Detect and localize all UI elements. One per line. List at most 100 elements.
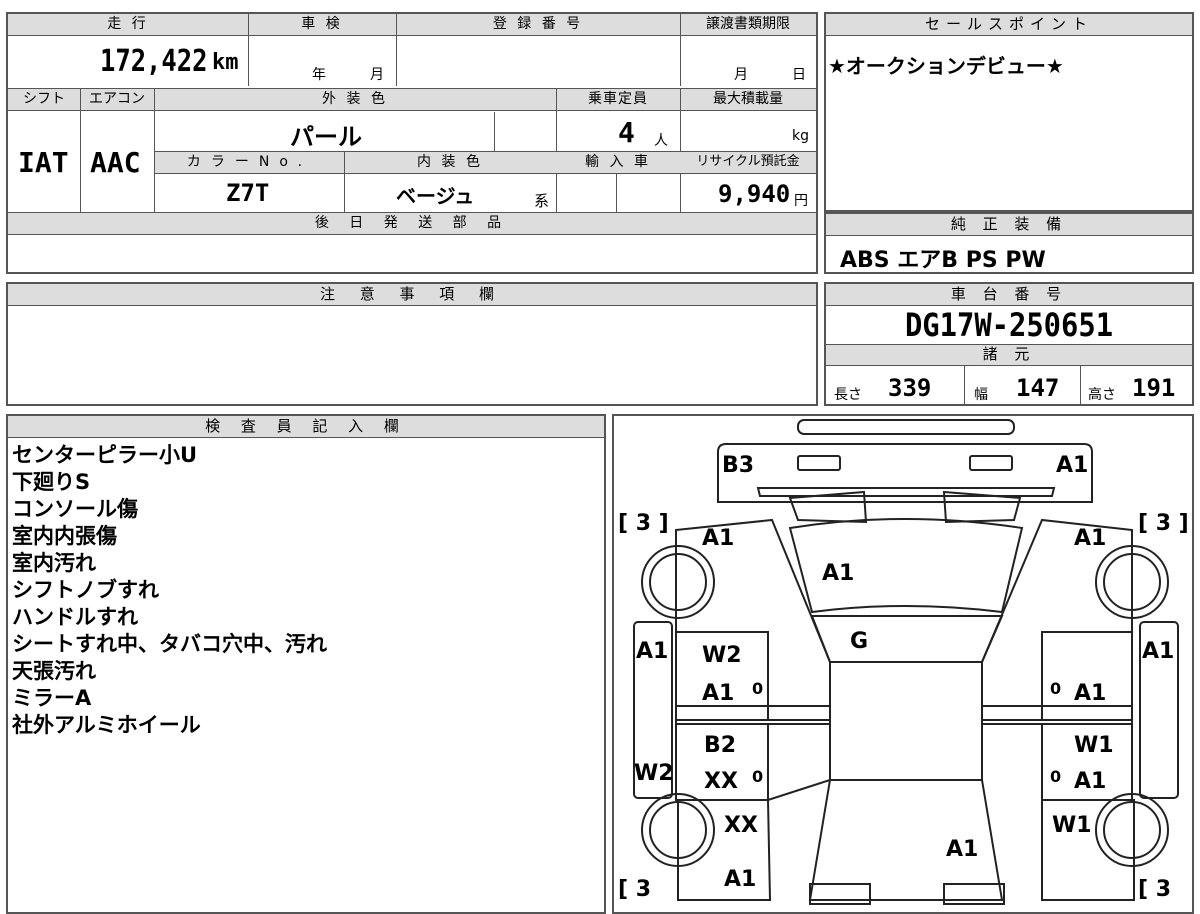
later-parts-label: 後 日 発 送 部 品 [314, 215, 510, 231]
inspector-line: シフトノブすれ [12, 578, 159, 602]
exterior-color-value: パール [290, 123, 362, 151]
rear-lamp-left [797, 455, 841, 471]
tire-rear-left [641, 545, 715, 619]
inspector-line: センターピラー小U [12, 443, 198, 467]
registration-label: 登 録 番 号 [492, 16, 584, 32]
inspector-notes: センターピラー小U 下廻りS コンソール傷 室内内張傷 室内汚れ シフトノブすれ… [12, 442, 327, 739]
car-diagram: B3 A1 [ 3 ] [ 3 ] A1 A1 A1 G A1 A1 W2 A1… [618, 419, 1189, 905]
mark-back-window: A1 [822, 561, 854, 586]
inspector-line: 室内内張傷 [12, 524, 117, 548]
mark-rear-right: A1 [1056, 453, 1088, 478]
capacity-value: 4 [618, 116, 635, 149]
glass-mark-right-1: 0 [1050, 679, 1061, 698]
glass-mark-left-1: 0 [752, 679, 763, 698]
condition-diagram-box: B3 A1 [ 3 ] [ 3 ] A1 A1 A1 G A1 A1 W2 A1… [612, 414, 1194, 914]
inspector-line: 室内汚れ [12, 551, 96, 575]
shift-label: シフト [23, 91, 65, 107]
inspector-line: コンソール傷 [12, 497, 138, 521]
aircon-label: エアコン [89, 91, 145, 107]
mark-front-pillar-left: W2 [634, 761, 674, 786]
inspector-line: 社外アルミホイール [12, 713, 201, 737]
tire-rear-left-inner [649, 553, 707, 611]
exterior-color-label: 外 装 色 [322, 91, 388, 107]
mark-hood: A1 [946, 837, 978, 862]
inspector-line: 天張汚れ [12, 659, 96, 683]
chassis-number: DG17W-250651 [904, 306, 1114, 344]
mark-fender-left: XX [724, 813, 758, 838]
inspector-box: 検 査 員 記 入 欄 センターピラー小U 下廻りS コンソール傷 室内内張傷 … [6, 414, 606, 914]
inspector-line: ハンドルすれ [12, 605, 138, 629]
specs-label: 諸 元 [982, 345, 1036, 363]
capacity-label: 乗車定員 [588, 91, 648, 107]
mark-front-door-left-bottom: XX [704, 769, 738, 794]
tire-front-right-inner [1103, 801, 1161, 859]
notes-label: 注 意 事 項 欄 [8, 284, 816, 306]
aircon-value: AAC [90, 146, 141, 179]
sales-point-label: セールスポイント [826, 14, 1192, 36]
mark-rear-door-left-top: W2 [702, 643, 742, 668]
interior-color-value: ベージュ [396, 184, 475, 208]
interior-color-suffix: 系 [534, 192, 550, 210]
max-load-label: 最大積載量 [713, 91, 783, 107]
equipment-text: ABS エアB PS PW [840, 248, 1046, 273]
chassis-box: 車 台 番 号 DG17W-250651 諸 元 長さ 339 幅 147 高さ… [824, 282, 1194, 406]
rear-lamp-right [969, 455, 1013, 471]
glass-mark-right-2: 0 [1050, 767, 1061, 786]
mileage-unit: km [212, 50, 239, 75]
color-no-label: カラーNo. [186, 154, 313, 170]
mark-tire-rl: [ 3 ] [618, 511, 669, 536]
recycle-unit: 円 [794, 193, 808, 209]
width-label: 幅 [974, 387, 988, 403]
spoiler-shape [797, 419, 1015, 435]
shift-value: IAT [18, 146, 69, 179]
recycle-value: 9,940 [718, 180, 791, 208]
height-value: 191 [1132, 374, 1176, 402]
transfer-month: 月 [734, 67, 748, 83]
sales-point-text: ★オークションデビュー★ [828, 54, 1064, 78]
equipment-label: 純 正 装 備 [826, 214, 1192, 236]
mileage-label: 走 行 [107, 16, 149, 32]
inspection-year: 年 [312, 67, 326, 83]
transfer-day: 日 [792, 67, 806, 83]
inspection-month: 月 [370, 67, 384, 83]
transfer-deadline-label: 譲渡書類期限 [706, 16, 790, 32]
inspector-line: ミラーA [12, 686, 92, 710]
mark-tire-fl: [ 3 [618, 877, 651, 902]
inspector-line: シートすれ中、タバコ穴中、汚れ [12, 632, 327, 656]
notes-box: 注 意 事 項 欄 [6, 282, 818, 406]
max-load-unit: kg [792, 128, 809, 144]
capacity-unit: 人 [654, 133, 668, 149]
mark-rear-pillar-left: A1 [636, 639, 668, 664]
mark-rear-left: B3 [722, 453, 754, 478]
mark-front-left: A1 [724, 867, 756, 892]
mark-roof: G [850, 629, 868, 654]
mark-quarter-right: A1 [1074, 526, 1106, 551]
inspector-label: 検 査 員 記 入 欄 [8, 416, 604, 438]
mark-rear-pillar-right: A1 [1142, 639, 1174, 664]
chassis-label: 車 台 番 号 [826, 284, 1192, 306]
length-label: 長さ [834, 387, 862, 403]
mark-fender-right: W1 [1052, 813, 1092, 838]
equipment-box: 純 正 装 備 ABS エアB PS PW [824, 212, 1194, 274]
roof-shape [810, 615, 1004, 663]
inspection-label: 車 検 [301, 16, 343, 32]
import-label: 輸 入 車 [585, 154, 651, 170]
mileage-value: 172,422 [100, 44, 208, 79]
inspector-line: 下廻りS [12, 470, 91, 494]
length-value: 339 [888, 374, 932, 402]
height-label: 高さ [1088, 387, 1116, 403]
mark-tire-fr: [ 3 [1138, 877, 1171, 902]
mark-rear-door-right: A1 [1074, 681, 1106, 706]
color-no-value: Z7T [226, 179, 270, 207]
mark-front-door-left-top: B2 [704, 733, 736, 758]
sales-point-box: セールスポイント ★オークションデビュー★ [824, 12, 1194, 212]
recycle-label: リサイクル預託金 [696, 154, 800, 169]
glass-mark-left-2: 0 [752, 767, 763, 786]
mark-front-door-right-bottom: A1 [1074, 769, 1106, 794]
mark-quarter-left: A1 [702, 526, 734, 551]
tire-front-right [1095, 793, 1169, 867]
width-value: 147 [1016, 374, 1060, 402]
rear-body-shape [717, 443, 1093, 503]
interior-color-label: 内 装 色 [417, 154, 483, 170]
mark-front-door-right-top: W1 [1074, 733, 1114, 758]
